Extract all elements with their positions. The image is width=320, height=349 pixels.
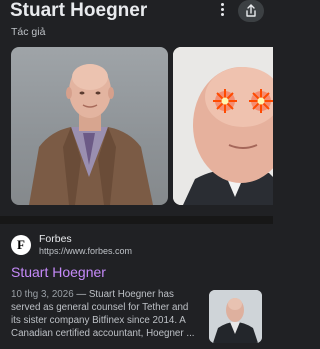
knowledge-panel-header: Stuart Hoegner Tác giả [10, 0, 273, 42]
portrait-image[interactable] [11, 47, 168, 205]
panel-title: Stuart Hoegner [10, 0, 148, 21]
result-date: 10 thg 3, 2026 [11, 289, 74, 300]
portrait-photo [29, 64, 153, 205]
result-site-url[interactable]: https://www.forbes.com [39, 246, 132, 257]
result-site-name[interactable]: Forbes [39, 233, 72, 245]
result-thumbnail[interactable] [209, 290, 262, 343]
share-icon [246, 4, 256, 17]
forbes-favicon-icon: F [11, 235, 31, 255]
meme-glowing-eyes-photo [173, 47, 273, 205]
more-vert-icon[interactable] [215, 1, 229, 21]
image-carousel[interactable] [0, 47, 273, 205]
search-result[interactable]: F Forbes https://www.forbes.com Stuart H… [0, 224, 273, 349]
result-snippet: 10 thg 3, 2026 — Stuart Hoegner has serv… [11, 288, 200, 340]
panel-subtitle: Tác giả [11, 26, 46, 38]
share-button[interactable] [238, 0, 264, 22]
thumbnail-photo [209, 290, 262, 343]
result-title-link[interactable]: Stuart Hoegner [11, 264, 106, 281]
section-divider [0, 216, 273, 224]
meme-image[interactable] [173, 47, 273, 205]
